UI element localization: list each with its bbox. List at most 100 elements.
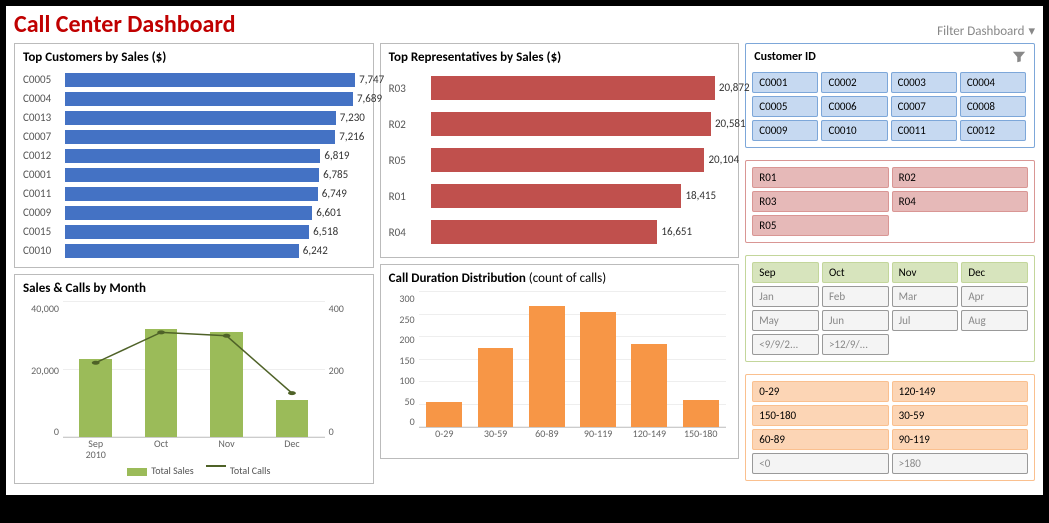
slicer-chip[interactable]: >180 (892, 453, 1028, 474)
panel-sales-calls: Sales & Calls by Month 40,00020,00004002… (14, 274, 374, 484)
chevron-down-icon: ▾ (1028, 24, 1035, 39)
slicer-chip[interactable]: Aug (961, 310, 1028, 331)
slicer-chip[interactable]: 30-59 (892, 405, 1028, 426)
bar (631, 344, 667, 427)
bar-value: 18,415 (681, 184, 716, 208)
bar-category: C0005 (23, 73, 65, 86)
bar-category: R02 (389, 118, 431, 131)
filter-dashboard-label: Filter Dashboard (937, 24, 1024, 39)
bar-category: C0013 (23, 111, 65, 124)
slicer-chip[interactable]: 0-29 (752, 381, 888, 402)
bar-category: C0009 (23, 206, 65, 219)
bar-row: C0015 6,518 (23, 223, 365, 240)
slicer-chip[interactable]: Dec (961, 262, 1028, 283)
slicer-chip[interactable]: Jul (892, 310, 959, 331)
bar-category: C0011 (23, 187, 65, 200)
slicer-month: SepOctNovDec JanFebMarApr MayJunJulAug <9/9… (745, 255, 1035, 362)
bar-category: C0015 (23, 225, 65, 238)
slicer-chip[interactable]: C0012 (960, 120, 1026, 141)
bar-category: R01 (389, 190, 431, 203)
slicer-chip[interactable]: R04 (892, 191, 1028, 212)
slicer-chip[interactable]: C0011 (891, 120, 957, 141)
slicer-chip[interactable]: May (752, 310, 819, 331)
slicer-chip[interactable]: 90-119 (892, 429, 1028, 450)
bar (580, 312, 616, 427)
slicer-customer-id: Customer ID C0001C0002C0003C0004C0005C00… (745, 43, 1035, 148)
slicer-chip[interactable]: Jan (752, 286, 819, 307)
bar-value: 20,581 (711, 112, 746, 136)
slicer-chip[interactable]: Sep (752, 262, 819, 283)
slicer-chip[interactable]: C0010 (821, 120, 887, 141)
slicer-chip[interactable]: C0001 (752, 72, 818, 93)
bar-category: R03 (389, 82, 431, 95)
slicer-chip[interactable]: Nov (892, 262, 959, 283)
slicer-chip[interactable]: R03 (752, 191, 888, 212)
slicer-chip[interactable]: Mar (892, 286, 959, 307)
slicer-chip[interactable]: C0008 (960, 96, 1026, 117)
bar-row: R0416,651 (389, 215, 731, 249)
bar (529, 306, 565, 428)
panel-title: Top Representatives by Sales ($) (389, 50, 731, 65)
bar-value: 7,747 (355, 73, 384, 87)
clear-filter-icon[interactable] (1012, 50, 1026, 68)
bar-row: C0010 6,242 (23, 242, 365, 259)
bar-row: C0009 6,601 (23, 204, 365, 221)
bar-row: C0001 6,785 (23, 166, 365, 183)
slicer-chip[interactable]: >12/9/... (822, 334, 889, 355)
bar-value: 7,689 (353, 92, 382, 106)
bar-value: 7,230 (336, 111, 365, 125)
bar-row: R0520,104 (389, 143, 731, 177)
slicer-chip[interactable]: C0005 (752, 96, 818, 117)
slicer-chip[interactable]: C0004 (960, 72, 1026, 93)
slicer-chip[interactable]: C0006 (821, 96, 887, 117)
panel-top-reps: Top Representatives by Sales ($) R0320,8… (380, 43, 740, 258)
slicer-chip[interactable]: C0007 (891, 96, 957, 117)
slicer-chip[interactable]: C0003 (891, 72, 957, 93)
slicer-chip[interactable]: <0 (752, 453, 888, 474)
slicer-chip[interactable]: 60-89 (752, 429, 888, 450)
slicer-duration: 0-29120-149150-18030-5960-8990-119<0>180 (745, 374, 1035, 481)
bar-value: 6,819 (320, 149, 349, 163)
slicer-chip[interactable]: R05 (752, 215, 888, 236)
bar-row: C00047,689 (23, 90, 365, 107)
slicer-chip[interactable]: Jun (822, 310, 889, 331)
slicer-chip[interactable]: Feb (822, 286, 889, 307)
bar-category: C0004 (23, 92, 65, 105)
slicer-chip[interactable]: C0002 (821, 72, 887, 93)
slicer-chip[interactable]: 150-180 (752, 405, 888, 426)
bar-value: 20,104 (704, 148, 739, 172)
slicer-chip[interactable]: Apr (961, 286, 1028, 307)
bar-row: C00057,747 (23, 71, 365, 88)
slicer-chip[interactable]: C0009 (752, 120, 818, 141)
slicer-title: Customer ID (754, 50, 815, 68)
bar (426, 402, 462, 427)
bar-value: 20,872 (715, 76, 750, 100)
panel-title: Top Customers by Sales ($) (23, 50, 365, 65)
bar-category: C0007 (23, 130, 65, 143)
slicer-chip[interactable]: R01 (752, 167, 888, 188)
bar-category: C0010 (23, 244, 65, 257)
bar-value: 6,242 (299, 244, 328, 258)
bar-value: 7,216 (335, 130, 364, 144)
bar-row: C0013 7,230 (23, 109, 365, 126)
bar (683, 400, 719, 427)
bar-row: C0007 7,216 (23, 128, 365, 145)
bar-category: R04 (389, 226, 431, 239)
bar-row: R0220,581 (389, 107, 731, 141)
slicer-chip[interactable]: <9/9/2... (752, 334, 819, 355)
slicer-rep: R01R02R03R04R05 (745, 160, 1035, 243)
slicer-chip[interactable]: Oct (822, 262, 889, 283)
slicer-chip[interactable]: R02 (892, 167, 1028, 188)
filter-dashboard-button[interactable]: Filter Dashboard ▾ (937, 24, 1035, 39)
page-title: Call Center Dashboard (14, 10, 235, 39)
bar-value: 6,785 (319, 168, 348, 182)
slicer-chip[interactable]: 120-149 (892, 381, 1028, 402)
panel-top-customers: Top Customers by Sales ($) C00057,747C00… (14, 43, 374, 268)
bar-value: 6,518 (309, 225, 338, 239)
bar-category: C0001 (23, 168, 65, 181)
bar-value: 6,601 (312, 206, 341, 220)
bar-row: R01 18,415 (389, 179, 731, 213)
bar-category: R05 (389, 154, 431, 167)
panel-title: Sales & Calls by Month (23, 281, 365, 296)
panel-duration: Call Duration Distribution (count of cal… (380, 264, 740, 459)
